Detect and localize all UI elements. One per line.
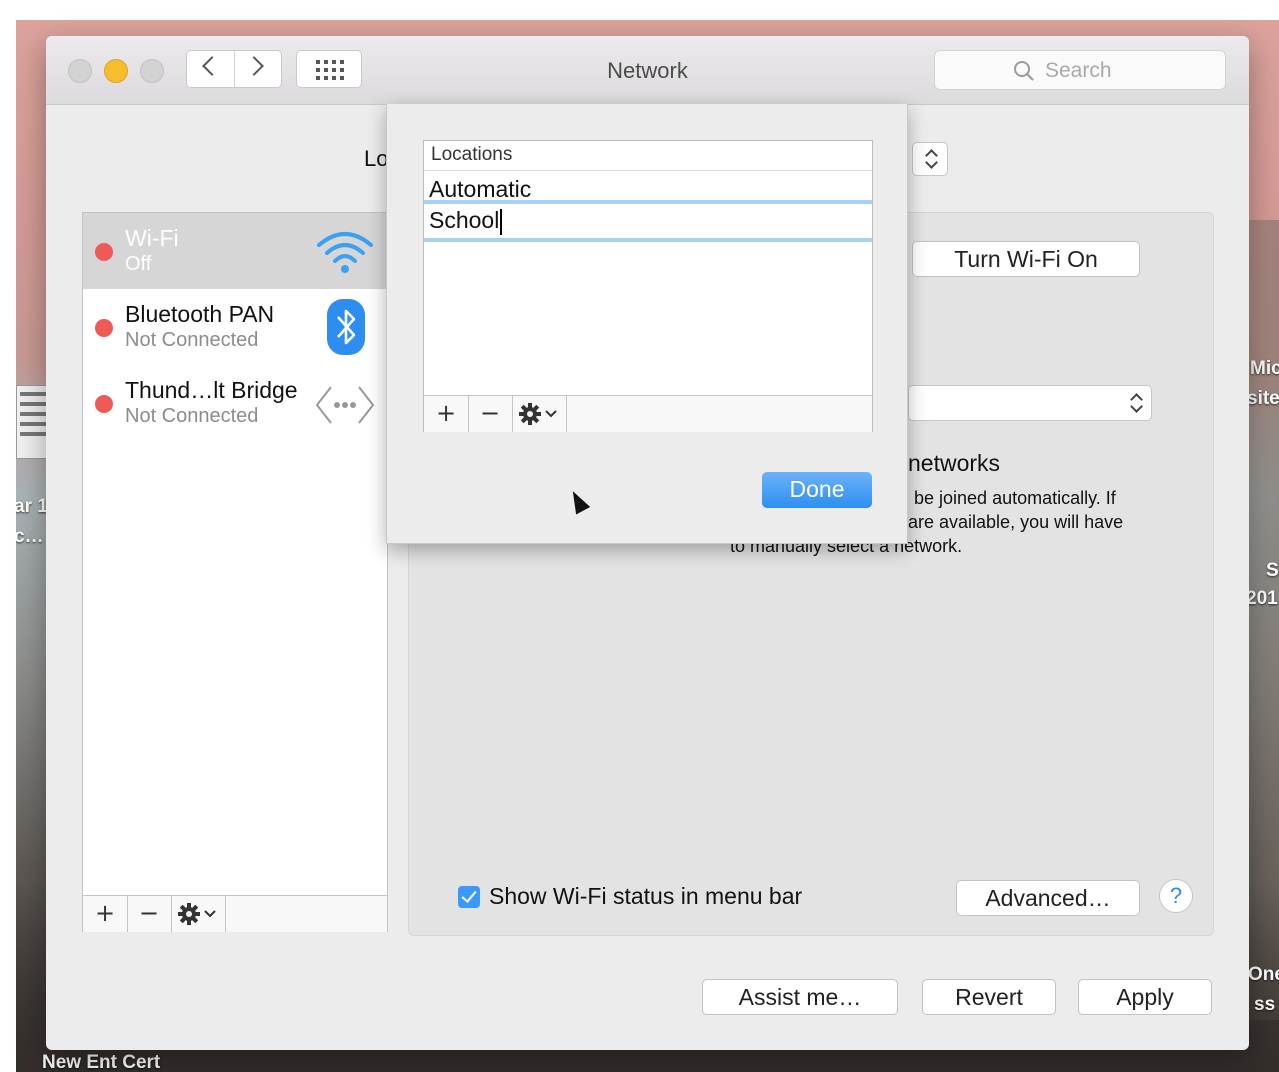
add-service-button[interactable]: + [83, 896, 128, 932]
service-name: Bluetooth PAN [125, 301, 275, 327]
desktop-file-icon[interactable] [16, 385, 50, 459]
search-field[interactable]: Search [934, 50, 1226, 90]
location-label: Lo [364, 146, 389, 171]
show-wifi-status-checkbox[interactable] [458, 886, 480, 908]
location-popup[interactable] [912, 142, 948, 176]
desktop-label[interactable]: ar 1 [16, 496, 48, 518]
search-icon [1014, 61, 1034, 81]
status-dot [95, 319, 113, 337]
desktop-label[interactable]: 201 [1246, 588, 1278, 610]
gear-icon [519, 403, 557, 425]
title-bar: Network Search [46, 36, 1249, 105]
help-button[interactable]: ? [1159, 879, 1193, 913]
network-name-popup[interactable] [908, 385, 1152, 421]
wifi-icon [317, 232, 373, 273]
locations-toolbar: + − [424, 395, 872, 432]
desktop-label[interactable]: New Ent Cert [42, 1052, 160, 1072]
service-status: Off [125, 253, 152, 275]
service-actions-button[interactable] [171, 896, 226, 932]
network-preferences-window: Network Search Lo Wi-Fi Off Bluetooth PA… [46, 36, 1249, 1050]
apply-button[interactable]: Apply [1078, 979, 1212, 1015]
location-row-editing[interactable]: School [424, 200, 872, 242]
service-status: Not Connected [125, 329, 259, 351]
bluetooth-icon [327, 299, 365, 355]
status-dot [95, 243, 113, 261]
desktop-label[interactable]: Mic [1250, 358, 1279, 380]
desktop-label[interactable]: S [1266, 560, 1279, 582]
service-item-thunderbolt-bridge[interactable]: Thund…lt Bridge Not Connected [83, 365, 387, 441]
show-wifi-status-label: Show Wi-Fi status in menu bar [489, 883, 803, 909]
known-networks-text: be joined automatically. If [914, 488, 1116, 508]
service-name: Thund…lt Bridge [125, 377, 298, 403]
updown-chevron-icon [1129, 392, 1143, 414]
service-item-wifi[interactable]: Wi-Fi Off [83, 213, 387, 289]
desktop-label[interactable]: c… [16, 526, 44, 548]
text-caret [500, 208, 503, 235]
gear-icon [178, 903, 216, 925]
remove-location-button[interactable]: − [468, 396, 513, 432]
desktop-label[interactable]: One [1248, 964, 1279, 986]
locations-sheet: Locations Automatic School + − Done [386, 104, 908, 544]
search-placeholder: Search [1045, 59, 1112, 82]
desktop-label[interactable]: site [1247, 388, 1279, 410]
service-name: Wi-Fi [125, 225, 179, 251]
location-actions-button[interactable] [512, 396, 567, 432]
service-item-bluetooth-pan[interactable]: Bluetooth PAN Not Connected [83, 289, 387, 365]
service-list-toolbar: + − [83, 895, 387, 932]
done-button[interactable]: Done [762, 472, 872, 508]
remove-service-button[interactable]: − [127, 896, 172, 932]
desktop-label[interactable]: ss [1254, 994, 1275, 1016]
advanced-button[interactable]: Advanced… [956, 880, 1140, 916]
known-networks-heading: networks [908, 450, 1001, 476]
locations-column-header: Locations [424, 141, 872, 171]
service-list: Wi-Fi Off Bluetooth PAN Not Connected Th… [82, 212, 388, 932]
locations-table: Locations Automatic School + − [423, 140, 873, 432]
revert-button[interactable]: Revert [922, 979, 1056, 1015]
thunderbolt-bridge-icon [315, 386, 375, 424]
known-networks-text: are available, you will have [908, 512, 1124, 532]
assist-me-button[interactable]: Assist me… [702, 979, 898, 1015]
add-location-button[interactable]: + [424, 396, 469, 432]
status-dot [95, 395, 113, 413]
turn-wifi-on-button[interactable]: Turn Wi-Fi On [912, 241, 1140, 277]
service-status: Not Connected [125, 405, 259, 427]
updown-chevron-icon [924, 148, 938, 170]
location-name-input[interactable]: School [429, 207, 499, 233]
